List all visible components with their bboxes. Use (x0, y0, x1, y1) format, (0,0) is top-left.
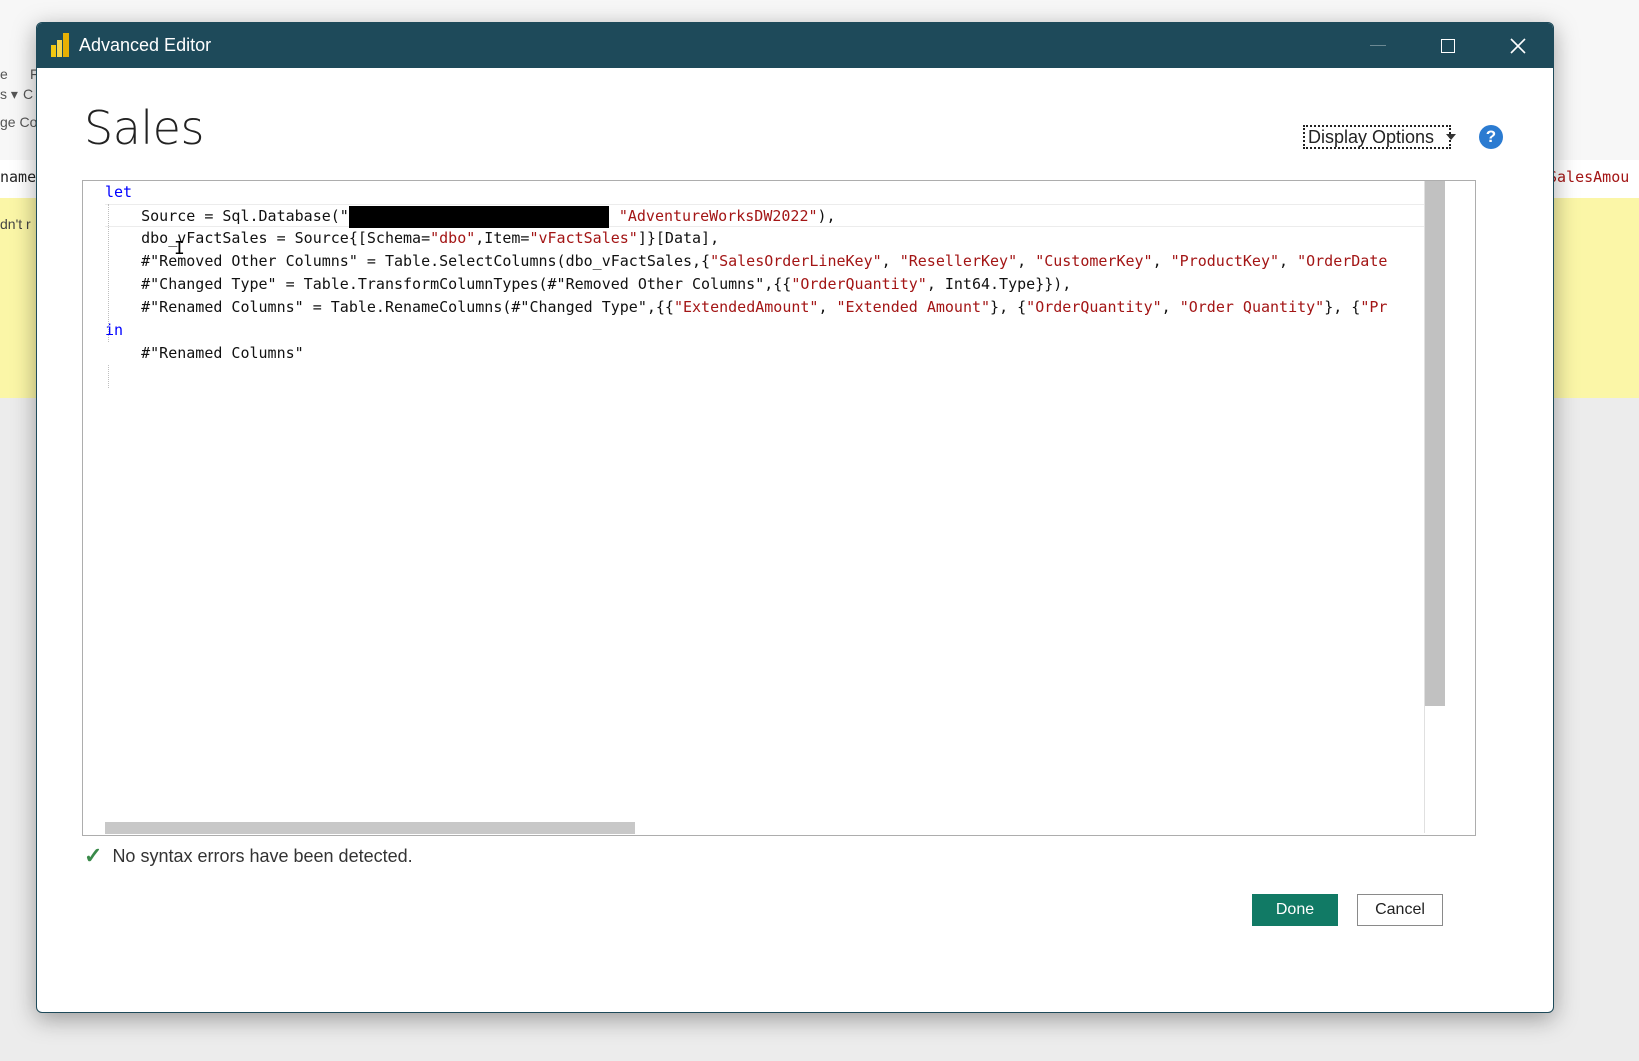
code-token: #"Renamed Columns" (105, 344, 304, 362)
code-area[interactable]: let Source = Sql.Database(" "AdventureWor… (105, 181, 1425, 821)
code-token: }, { (990, 298, 1027, 316)
code-token: "ExtendedAmount" (673, 298, 819, 316)
warning-text: dn't r (0, 216, 31, 232)
minimize-icon (1370, 45, 1386, 46)
code-line[interactable]: #"Renamed Columns" (105, 342, 1425, 365)
redacted-server-name (348, 205, 609, 228)
close-icon (1510, 37, 1526, 54)
code-token: dbo_vFactSales = Source{[Schema= (105, 229, 431, 247)
status-message: No syntax errors have been detected. (112, 845, 413, 866)
indent-guide (108, 204, 109, 342)
vertical-scrollbar-thumb[interactable] (1425, 181, 1445, 706)
indent-guide (108, 365, 109, 388)
code-editor[interactable]: let Source = Sql.Database(" "AdventureWor… (82, 180, 1476, 836)
code-token: , (1279, 252, 1298, 270)
ribbon-fragment: C (23, 86, 34, 102)
code-token: , (818, 298, 837, 316)
display-options-label: Display Options (1308, 126, 1435, 147)
code-line[interactable]: dbo_vFactSales = Source{[Schema="dbo",It… (105, 227, 1425, 250)
dialog-title: Advanced Editor (79, 35, 212, 55)
code-token: , Int64.Type}}), (926, 275, 1072, 293)
code-line[interactable]: in (105, 319, 1425, 342)
code-token: , (1017, 252, 1036, 270)
code-token: "dbo" (430, 229, 476, 247)
code-line[interactable]: let (105, 181, 1425, 204)
code-line[interactable]: #"Removed Other Columns" = Table.SelectC… (105, 250, 1425, 273)
code-token: ), (817, 207, 836, 225)
code-token: ]}[Data], (637, 229, 720, 247)
cancel-button[interactable]: Cancel (1357, 894, 1443, 926)
code-line[interactable]: #"Changed Type" = Table.TransformColumnT… (105, 273, 1425, 296)
code-token: "ProductKey" (1170, 252, 1280, 270)
maximize-button[interactable] (1413, 23, 1483, 68)
code-token: #"Renamed Columns" = Table.RenameColumns… (105, 298, 674, 316)
code-token: "Pr (1360, 298, 1388, 316)
code-token: #"Removed Other Columns" = Table.SelectC… (105, 252, 711, 270)
code-token: "AdventureWorksDW2022" (618, 207, 818, 225)
column-header-salesamount[interactable]: SalesAmou (1548, 168, 1629, 186)
display-options-dropdown[interactable]: Display Options (1303, 125, 1457, 149)
column-header-name[interactable]: name (0, 168, 36, 186)
done-button[interactable]: Done (1252, 894, 1338, 926)
code-token: "ResellerKey" (899, 252, 1018, 270)
code-token: , (1161, 298, 1180, 316)
advanced-editor-dialog: Advanced Editor Sales Display Options ? … (36, 22, 1554, 1013)
code-token: "Order Quantity" (1179, 298, 1325, 316)
query-name-heading: Sales (84, 101, 204, 155)
maximize-icon (1441, 38, 1455, 53)
code-token: "OrderQuantity" (1026, 298, 1162, 316)
ribbon-fragment: e (0, 66, 8, 82)
code-token: "vFactSales" (529, 229, 638, 247)
vertical-scrollbar[interactable] (1424, 181, 1445, 833)
code-token: #"Changed Type" = Table.TransformColumnT… (105, 275, 792, 293)
horizontal-scrollbar-thumb[interactable] (105, 822, 635, 834)
code-token: , (881, 252, 900, 270)
code-token: "SalesOrderLineKey" (710, 252, 882, 270)
text-cursor-icon: I (174, 238, 185, 259)
code-line[interactable]: Source = Sql.Database(" "AdventureWorksDW… (105, 204, 1425, 228)
code-token: Source = Sql.Database(" (105, 207, 349, 225)
help-icon[interactable]: ? (1479, 125, 1503, 149)
powerbi-app-icon (51, 33, 69, 57)
code-token: ,Item= (475, 229, 530, 247)
code-token: "Extended Amount" (836, 298, 991, 316)
code-token: "OrderDate (1297, 252, 1388, 270)
chevron-down-icon (1446, 134, 1457, 140)
code-token: let (105, 183, 133, 201)
close-button[interactable] (1483, 23, 1553, 68)
code-token: "CustomerKey" (1035, 252, 1153, 270)
code-token: "OrderQuantity" (791, 275, 927, 293)
ribbon-fragment: s ▾ (0, 86, 18, 102)
code-line[interactable]: #"Renamed Columns" = Table.RenameColumns… (105, 296, 1425, 319)
ribbon-fragment: ge Co (0, 114, 38, 130)
syntax-status: ✓ No syntax errors have been detected. (84, 843, 413, 869)
checkmark-icon: ✓ (84, 843, 103, 868)
minimize-button[interactable] (1343, 23, 1413, 68)
code-token: }, { (1324, 298, 1361, 316)
code-token: , (1152, 252, 1171, 270)
dialog-titlebar[interactable]: Advanced Editor (37, 23, 1553, 68)
